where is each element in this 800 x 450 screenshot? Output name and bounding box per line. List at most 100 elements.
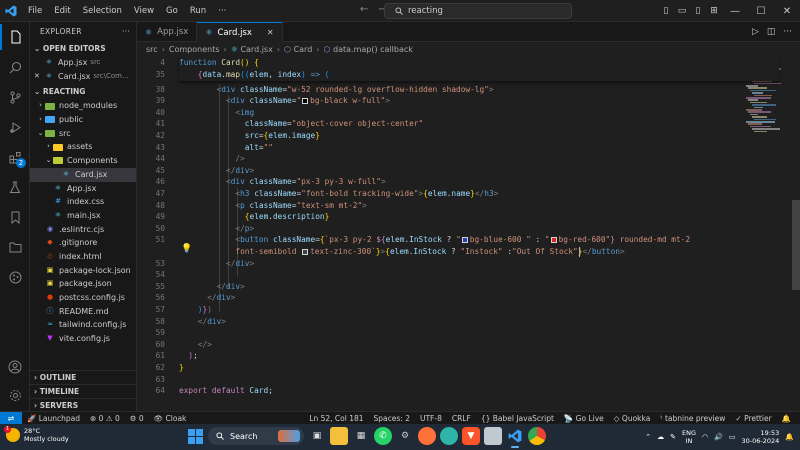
file-item[interactable]: ◆ .gitignore [30,236,136,250]
file-item[interactable]: ▣ package-lock.json [30,264,136,278]
file-item[interactable]: ⚛ Card.jsx [30,167,136,182]
folder-item[interactable]: › node_modules [30,99,136,113]
toggle-primary-sidebar-icon[interactable]: ▯ [658,6,674,16]
vscode-taskbar-icon[interactable] [506,427,524,448]
more-actions-icon[interactable]: ··· [122,22,130,42]
onedrive-icon[interactable]: ☁ [657,433,664,441]
source-control-icon[interactable] [0,84,30,110]
file-item[interactable]: ⚛ App.jsx [30,182,136,196]
status-go-live[interactable]: 📡 Go Live [559,414,609,423]
command-center-search[interactable]: reacting [384,3,572,19]
bookmarks-icon[interactable] [0,204,30,230]
photos-icon[interactable] [484,427,502,445]
open-editor-item[interactable]: ⚛ App.jsx src [30,56,136,70]
color-swatch-icon[interactable] [550,237,557,244]
battery-icon[interactable]: ▭ [729,433,736,441]
open-editor-item[interactable]: ✕ ⚛ Card.jsx src\Com... [30,70,136,84]
remote-indicator-icon[interactable]: ⇌ [0,411,22,425]
file-item[interactable]: ≈ tailwind.config.js [30,318,136,332]
folder-item[interactable]: ⌄ Components [30,154,136,168]
file-item[interactable]: ◇ index.html [30,250,136,264]
firefox-icon[interactable] [418,427,436,445]
breadcrumb-item[interactable]: Components [169,45,220,54]
file-item[interactable]: ● postcss.config.js [30,291,136,305]
breadcrumb-item[interactable]: ⚛ Card.jsx [231,45,273,54]
wifi-icon[interactable]: ◠ [702,433,708,441]
status-notifications-icon[interactable]: 🔔 [777,414,796,423]
color-swatch-icon[interactable] [302,98,309,105]
toggle-secondary-sidebar-icon[interactable]: ▯ [690,6,706,16]
breadcrumb-item[interactable]: ⬡ Card [284,45,312,54]
whatsapp-icon[interactable]: ✆ [374,427,392,445]
close-icon[interactable]: ✕ [34,70,44,84]
settings-app-icon[interactable]: ⚙ [396,427,414,445]
status-ports[interactable]: ⚙ 0 [125,414,149,423]
status-prettier[interactable]: ✓ Prettier [730,414,776,423]
close-icon[interactable]: ✕ [774,6,800,17]
menu-item-run[interactable]: Run [184,0,212,22]
open-editors-section[interactable]: ⌄ OPEN EDITORS [30,42,136,56]
maximize-icon[interactable]: ☐ [748,6,774,17]
task-view-icon[interactable]: ▣ [308,427,326,445]
color-swatch-icon[interactable] [461,237,468,244]
testing-icon[interactable] [0,174,30,200]
close-tab-icon[interactable]: ✕ [267,28,274,37]
toggle-panel-icon[interactable]: ▭ [674,6,690,16]
status-indentation[interactable]: Spaces: 2 [369,414,415,423]
code-editor[interactable]: 4 35 38 39 40 41 42 43 44 45 46 47 48 49 50 51 53 54 55 56 5… [137,57,800,411]
back-arrow-icon[interactable]: ← [360,4,368,15]
folder-item[interactable]: › assets [30,140,136,154]
menu-item-go[interactable]: Go [160,0,184,22]
pen-icon[interactable]: ✎ [670,433,676,441]
outline-section[interactable]: › OUTLINE [30,370,136,384]
customize-layout-icon[interactable]: ⊞ [706,6,722,16]
run-debug-icon[interactable] [0,114,30,140]
volume-icon[interactable]: 🔊 [714,433,723,441]
lightbulb-icon[interactable]: 💡 [181,244,192,254]
status-encoding[interactable]: UTF-8 [415,414,447,423]
weather-widget[interactable]: 1 28°C Mostly cloudy [4,426,69,443]
settings-gear-icon[interactable] [0,382,30,408]
menu-item-edit[interactable]: Edit [48,0,76,22]
split-editor-icon[interactable]: ◫ [767,27,776,37]
status-cursor-position[interactable]: Ln 52, Col 181 [304,414,368,423]
file-item[interactable]: ▼ vite.config.js [30,332,136,346]
status-launchpad[interactable]: 🚀 Launchpad [22,414,85,423]
menu-item-selection[interactable]: Selection [77,0,128,22]
file-item[interactable]: ◉ .eslintrc.cjs [30,223,136,237]
folder-item[interactable]: ⌄ src [30,127,136,141]
timeline-section[interactable]: › TIMELINE [30,384,136,398]
minimize-icon[interactable]: — [722,6,748,17]
folder-item[interactable]: › public [30,113,136,127]
code-area[interactable]: function Card() {{data.map((elem, index)… [179,57,779,411]
git-graph-icon[interactable] [0,264,30,290]
status-problems[interactable]: ⊗ 0 ⚠ 0 [85,414,125,423]
file-item[interactable]: ▣ package.json [30,277,136,291]
status-language-mode[interactable]: {} Babel JavaScript [476,414,559,423]
more-actions-icon[interactable]: ··· [783,27,792,37]
tray-overflow-icon[interactable]: ⌃ [645,433,651,441]
menu-item-file[interactable]: File [22,0,48,22]
language-indicator[interactable]: ENG IN [682,429,696,445]
sticky-scroll[interactable]: function Card() {{data.map((elem, index)… [179,57,779,81]
menu-more-icon[interactable]: ··· [212,0,232,22]
accounts-icon[interactable] [0,354,30,380]
file-explorer-icon[interactable] [330,427,348,445]
clock[interactable]: 19:53 30-06-2024 [742,429,780,445]
brave-icon[interactable]: ▼ [462,427,480,445]
tab-card-jsx[interactable]: ⚛ Card.jsx ✕ [197,22,283,42]
tab-app-jsx[interactable]: ⚛ App.jsx [137,22,198,42]
vertical-scrollbar[interactable] [792,200,800,290]
breadcrumb-item[interactable]: ⬡ data.map() callback [323,45,412,54]
edge-icon[interactable] [440,427,458,445]
project-manager-icon[interactable] [0,234,30,260]
explorer-icon[interactable] [0,24,30,50]
breadcrumb-item[interactable]: src [146,45,158,54]
project-section[interactable]: ⌄ REACTING [30,85,136,99]
status-eol[interactable]: CRLF [447,414,476,423]
chrome-icon[interactable] [528,427,546,445]
status-tabnine[interactable]: ᵗ tabnine preview [655,414,730,423]
search-icon[interactable] [0,54,30,80]
status-cloak[interactable]: 👁 Cloak [149,414,192,423]
store-icon[interactable]: ▦ [352,427,370,445]
